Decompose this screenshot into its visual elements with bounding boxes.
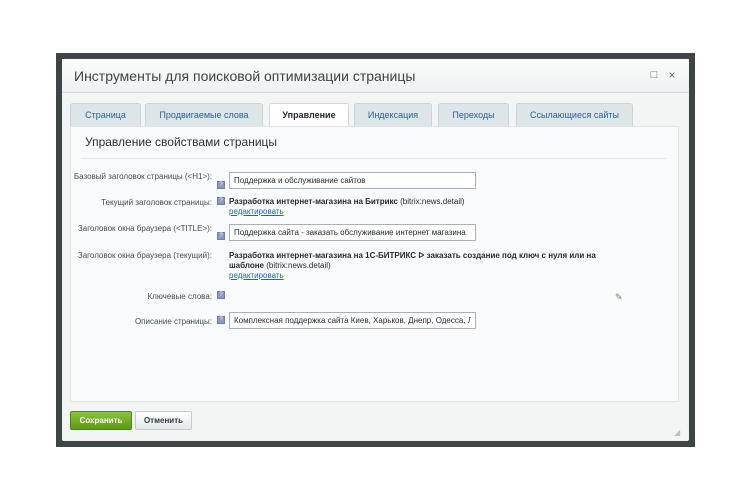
current-title-value: Разработка интернет-магазина на 1С-БИТРИ…: [229, 251, 614, 271]
current-h1-value: Разработка интернет-магазина на Битрикс …: [229, 197, 619, 207]
current-h1-source: (bitrix:news.detail): [400, 197, 465, 206]
section-title: Управление свойствами страницы: [85, 135, 278, 149]
current-title-label: Заголовок окна браузера (текущий):: [77, 251, 212, 260]
close-icon[interactable]: ×: [666, 69, 678, 81]
resize-grip-icon[interactable]: ◢: [674, 428, 680, 437]
tab-page[interactable]: Страница: [70, 103, 141, 127]
dialog-title: Инструменты для поисковой оптимизации ст…: [74, 68, 416, 84]
help-icon[interactable]: ?: [217, 316, 225, 324]
seo-dialog: Инструменты для поисковой оптимизации ст…: [62, 59, 689, 441]
base-h1-input[interactable]: [229, 172, 476, 189]
title-tag-label: Заголовок окна браузера (<TITLE>):: [77, 224, 212, 233]
help-icon[interactable]: ?: [217, 197, 225, 205]
maximize-icon[interactable]: □: [648, 69, 660, 81]
save-button[interactable]: Сохранить: [70, 411, 132, 430]
current-h1-label: Текущий заголовок страницы:: [101, 198, 212, 207]
description-label: Описание страницы:: [134, 317, 212, 326]
dialog-titlebar[interactable]: Инструменты для поисковой оптимизации ст…: [62, 59, 689, 93]
title-tag-input[interactable]: [229, 224, 476, 241]
edit-current-h1-link[interactable]: редактировать: [229, 207, 284, 216]
help-icon[interactable]: ?: [217, 291, 225, 299]
pencil-icon[interactable]: ✎: [615, 292, 623, 303]
section-divider: [81, 158, 666, 159]
description-input[interactable]: [229, 312, 476, 329]
cancel-button[interactable]: Отменить: [135, 411, 192, 430]
tab-referring-sites[interactable]: Ссылающиеся сайты: [516, 103, 633, 127]
tab-transitions[interactable]: Переходы: [438, 103, 509, 127]
tab-indexing[interactable]: Индексация: [354, 103, 432, 127]
current-h1-text: Разработка интернет-магазина на Битрикс: [229, 197, 398, 206]
management-panel: Управление свойствами страницы Базовый з…: [70, 126, 679, 402]
help-icon[interactable]: ?: [217, 232, 225, 240]
edit-current-title-link[interactable]: редактировать: [229, 271, 284, 280]
current-title-source: (bitrix:news.detail): [266, 261, 331, 270]
base-h1-label: Базовый заголовок страницы (<H1>):: [73, 172, 212, 181]
help-icon[interactable]: ?: [217, 181, 225, 189]
keywords-label: Ключевые слова:: [147, 292, 212, 301]
tab-promoted-words[interactable]: Продвигаемые слова: [145, 103, 263, 127]
